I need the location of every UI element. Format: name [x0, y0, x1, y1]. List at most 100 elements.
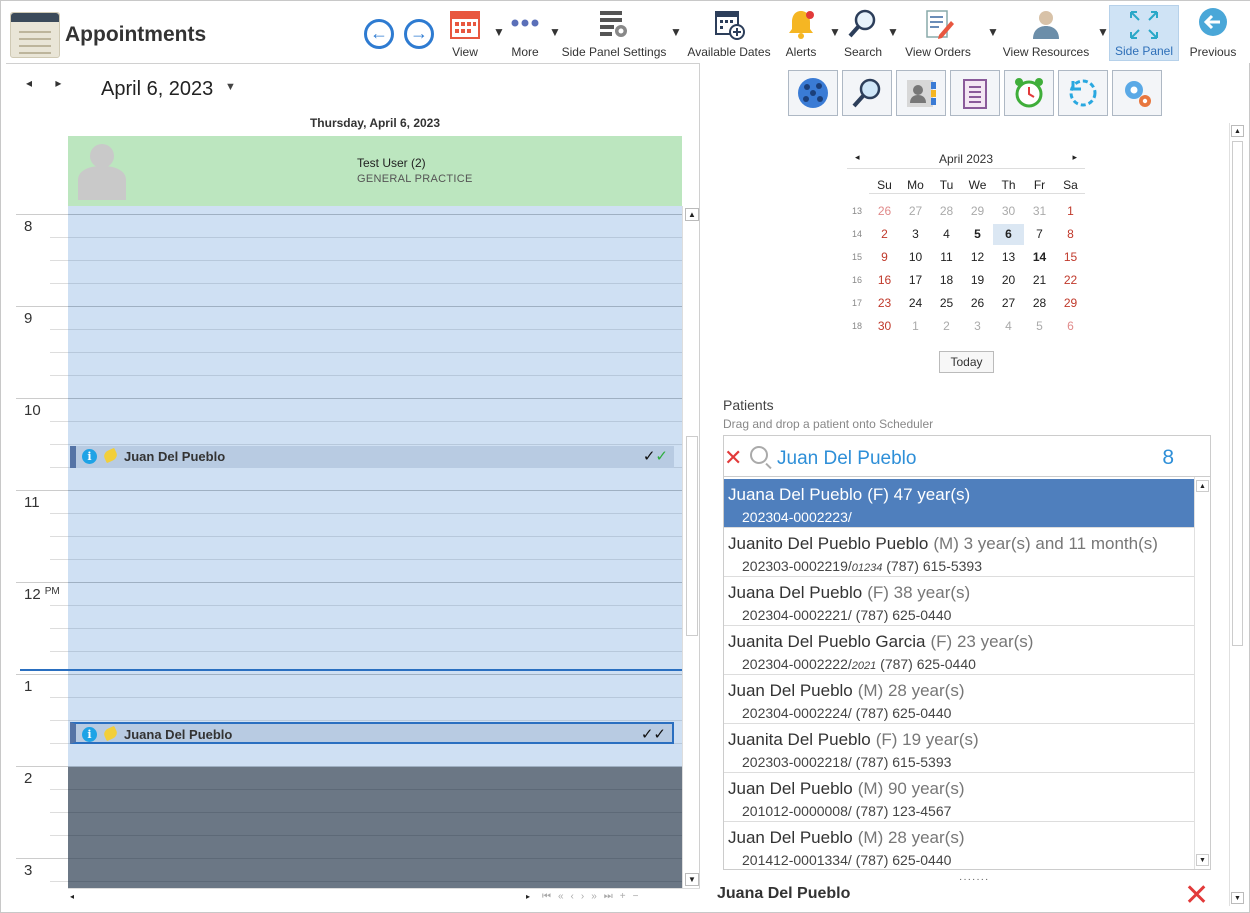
calendar-day[interactable]: 6	[993, 224, 1024, 245]
patient-list-item[interactable]: Juan Del Pueblo (M) 28 year(s) 201412-0001…	[724, 822, 1194, 869]
calendar-day[interactable]: 23	[869, 293, 900, 314]
calendar-day[interactable]: 26	[962, 293, 993, 314]
calendar-day[interactable]: 7	[1024, 224, 1055, 245]
close-icon[interactable]: ✕	[1184, 881, 1209, 911]
appointment-selected[interactable]: i Juana Del Pueblo ✓✓	[70, 722, 674, 744]
info-icon[interactable]: i	[82, 449, 97, 464]
more-button[interactable]: More	[505, 5, 545, 61]
previous-button[interactable]: Previous	[1185, 5, 1241, 61]
scroll-left-icon[interactable]: ◂	[70, 892, 74, 901]
calendar-day[interactable]: 13	[993, 247, 1024, 268]
calendar-day[interactable]: 3	[962, 316, 993, 337]
scheduler-grid[interactable]: 8 9 10 11 12 PM 1 2 3 i Juan Del Pueblo ✓✓ i Jua…	[6, 206, 700, 888]
calendar-day[interactable]: 30	[993, 201, 1024, 222]
zoom-tool-button[interactable]	[842, 70, 892, 116]
calendar-day[interactable]: 27	[900, 201, 931, 222]
today-button[interactable]: Today	[939, 351, 994, 373]
patient-list-item[interactable]: Juanito Del Pueblo Pueblo (M) 3 year(s) a…	[724, 528, 1194, 577]
calendar-day[interactable]: 15	[1055, 247, 1086, 268]
patient-list-item[interactable]: Juana Del Pueblo (F) 47 year(s) 202304-000…	[724, 479, 1194, 528]
prev-day-button[interactable]: ◂	[26, 76, 32, 90]
calendar-day[interactable]: 2	[869, 224, 900, 245]
scroll-up-icon[interactable]: ▲	[1231, 125, 1244, 137]
calendar-day[interactable]: 1	[1055, 201, 1086, 222]
search-button[interactable]: Search	[843, 5, 883, 61]
side-panel-button[interactable]: Side Panel	[1109, 5, 1179, 61]
calendar-day[interactable]: 4	[931, 224, 962, 245]
side-panel-settings-button[interactable]: Side Panel Settings	[561, 5, 667, 61]
scroll-down-icon[interactable]: ▼	[685, 873, 699, 886]
grid-vertical-scrollbar[interactable]: ▲ ▼	[682, 206, 699, 888]
back-arrow-button[interactable]: ←	[364, 19, 394, 49]
calendar-day[interactable]: 21	[1024, 270, 1055, 291]
calendar-day[interactable]: 2	[931, 316, 962, 337]
calendar-day[interactable]: 26	[869, 201, 900, 222]
calendar-day[interactable]: 28	[931, 201, 962, 222]
calendar-day[interactable]: 27	[993, 293, 1024, 314]
view-resources-button[interactable]: View Resources	[1001, 5, 1091, 61]
grid-horizontal-scrollbar[interactable]: ◂ ▸ ⏮«‹›»⏭+−	[68, 888, 700, 906]
calendar-day[interactable]: 18	[931, 270, 962, 291]
calendar-day[interactable]: 1	[900, 316, 931, 337]
calendar-day[interactable]: 20	[993, 270, 1024, 291]
calendar-day[interactable]: 14	[1024, 247, 1055, 268]
calendar-day[interactable]: 3	[900, 224, 931, 245]
calendar-day[interactable]: 22	[1055, 270, 1086, 291]
patient-search-box[interactable]: ✕ Juan Del Pueblo 8	[723, 435, 1211, 477]
alarm-tool-button[interactable]	[1004, 70, 1054, 116]
scroll-up-icon[interactable]: ▲	[1196, 480, 1209, 492]
calendar-day[interactable]: 5	[962, 224, 993, 245]
calendar-day[interactable]: 19	[962, 270, 993, 291]
contact-card-tool-button[interactable]	[896, 70, 946, 116]
scroll-right-icon[interactable]: ▸	[526, 892, 530, 901]
calendar-day[interactable]: 24	[900, 293, 931, 314]
scroll-down-icon[interactable]: ▼	[1196, 854, 1209, 866]
calendar-day[interactable]: 17	[900, 270, 931, 291]
calendar-day[interactable]: 12	[962, 247, 993, 268]
refresh-tool-button[interactable]	[1058, 70, 1108, 116]
view-orders-button[interactable]: View Orders	[901, 5, 975, 61]
patient-search-input[interactable]: Juan Del Pueblo	[777, 448, 916, 470]
calendar-day[interactable]: 10	[900, 247, 931, 268]
next-month-button[interactable]: ▸	[1072, 152, 1077, 163]
available-dates-button[interactable]: Available Dates	[687, 5, 771, 61]
scroll-thumb[interactable]	[686, 436, 698, 636]
side-panel-scrollbar[interactable]: ▲ ▼	[1229, 123, 1245, 906]
calendar-day[interactable]: 30	[869, 316, 900, 337]
splitter-grip[interactable]: ·······	[959, 874, 989, 885]
current-date[interactable]: April 6, 2023	[101, 78, 213, 101]
alerts-button[interactable]: Alerts	[781, 5, 821, 61]
forward-arrow-button[interactable]: →	[404, 19, 434, 49]
calendar-day[interactable]: 29	[1055, 293, 1086, 314]
globe-tool-button[interactable]	[788, 70, 838, 116]
view-button[interactable]: View	[445, 5, 485, 61]
patient-list-item[interactable]: Juana Del Pueblo (F) 38 year(s) 202304-000…	[724, 577, 1194, 626]
patient-list-item[interactable]: Juanita Del Pueblo Garcia (F) 23 year(s) 2…	[724, 626, 1194, 675]
calendar-day[interactable]: 6	[1055, 316, 1086, 337]
calendar-day[interactable]: 28	[1024, 293, 1055, 314]
clipboard-tool-button[interactable]	[950, 70, 1000, 116]
calendar-day[interactable]: 25	[931, 293, 962, 314]
patient-list-item[interactable]: Juan Del Pueblo (M) 90 year(s) 201012-0000…	[724, 773, 1194, 822]
calendar-day[interactable]: 9	[869, 247, 900, 268]
day-column[interactable]: i Juan Del Pueblo ✓✓ i Juana Del Pueblo …	[68, 206, 682, 888]
patient-list-scrollbar[interactable]: ▲ ▼	[1194, 477, 1210, 869]
patient-list-item[interactable]: Juanita Del Pueblo (F) 19 year(s) 202303-0…	[724, 724, 1194, 773]
calendar-day[interactable]: 5	[1024, 316, 1055, 337]
clear-search-icon[interactable]: ✕	[724, 445, 742, 471]
patient-list-item[interactable]: Juan Del Pueblo (M) 28 year(s) 202304-0002…	[724, 675, 1194, 724]
info-icon[interactable]: i	[82, 727, 97, 742]
scroll-down-icon[interactable]: ▼	[1231, 892, 1244, 904]
appointment[interactable]: i Juan Del Pueblo ✓✓	[70, 446, 674, 468]
calendar-day[interactable]: 31	[1024, 201, 1055, 222]
next-day-button[interactable]: ▸	[55, 76, 61, 90]
date-dropdown-icon[interactable]: ▼	[225, 81, 236, 93]
scroll-thumb[interactable]	[1232, 141, 1243, 646]
calendar-day[interactable]: 8	[1055, 224, 1086, 245]
settings-tool-button[interactable]	[1112, 70, 1162, 116]
calendar-day[interactable]: 16	[869, 270, 900, 291]
scroll-up-icon[interactable]: ▲	[685, 208, 699, 221]
calendar-day[interactable]: 11	[931, 247, 962, 268]
patient-list[interactable]: Juana Del Pueblo (F) 47 year(s) 202304-000…	[723, 477, 1211, 870]
calendar-day[interactable]: 4	[993, 316, 1024, 337]
